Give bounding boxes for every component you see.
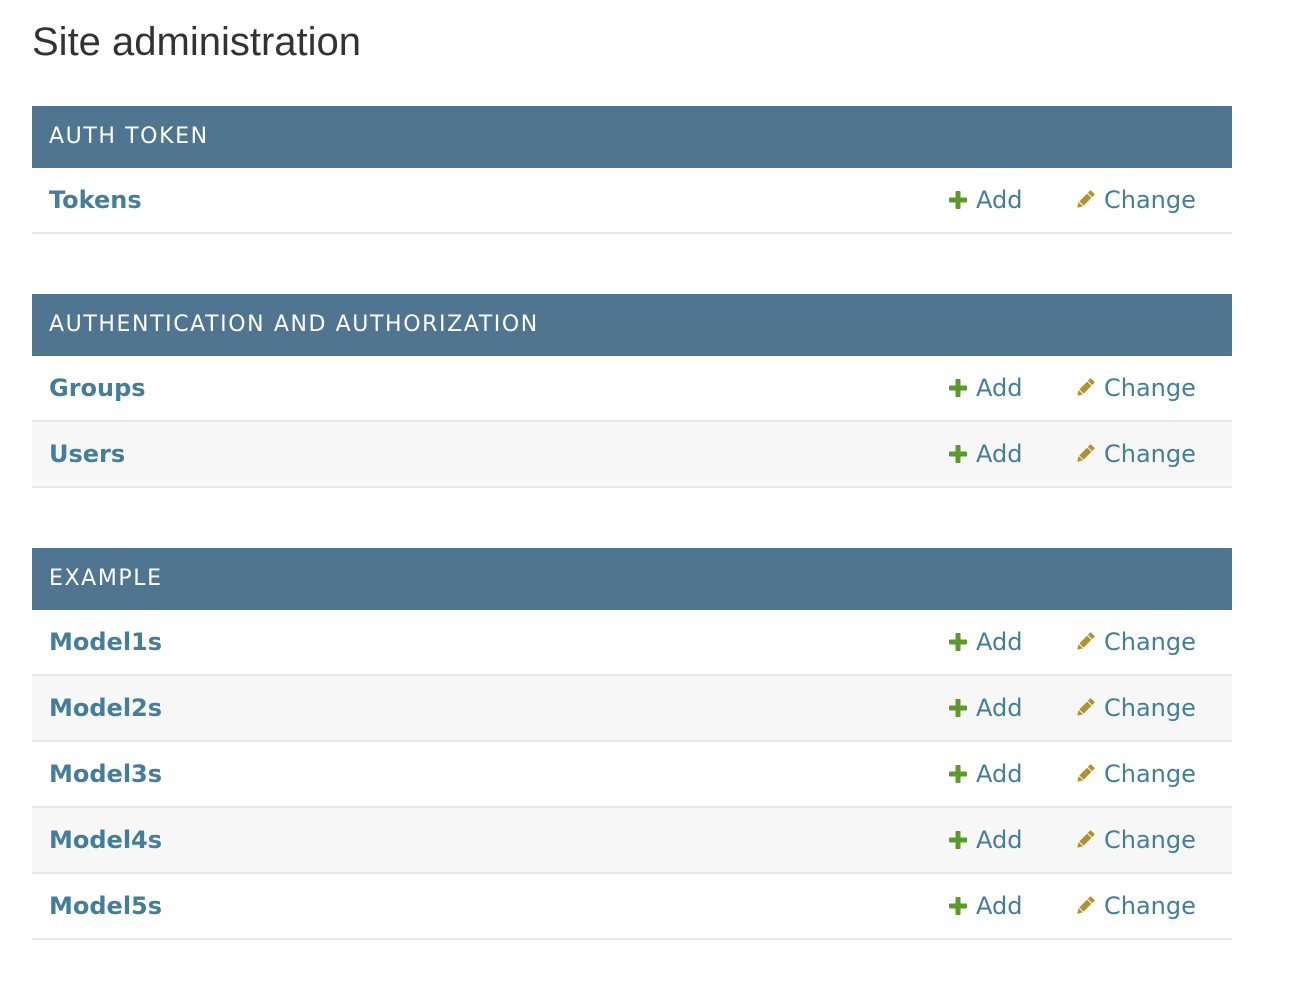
add-label: Add: [976, 826, 1023, 854]
module-caption[interactable]: AUTHENTICATION AND AUTHORIZATION: [32, 294, 1232, 356]
change-link[interactable]: Change: [1074, 628, 1232, 656]
plus-icon: [948, 830, 968, 850]
plus-icon: [948, 190, 968, 210]
add-link[interactable]: Add: [948, 628, 1074, 656]
model-link[interactable]: Users: [32, 440, 948, 468]
plus-icon: [948, 444, 968, 464]
pencil-icon: [1074, 763, 1096, 785]
change-link[interactable]: Change: [1074, 186, 1232, 214]
add-link[interactable]: Add: [948, 892, 1074, 920]
app-module: AUTHENTICATION AND AUTHORIZATION Groups …: [32, 294, 1232, 488]
add-link[interactable]: Add: [948, 694, 1074, 722]
add-label: Add: [976, 628, 1023, 656]
change-label: Change: [1104, 694, 1196, 722]
app-module: EXAMPLE Model1s Add Change Model2s Add C…: [32, 548, 1232, 940]
add-link[interactable]: Add: [948, 440, 1074, 468]
add-link[interactable]: Add: [948, 186, 1074, 214]
model-link[interactable]: Model3s: [32, 760, 948, 788]
add-link[interactable]: Add: [948, 374, 1074, 402]
change-link[interactable]: Change: [1074, 440, 1232, 468]
model-row: Model3s Add Change: [32, 742, 1232, 808]
change-link[interactable]: Change: [1074, 374, 1232, 402]
model-link[interactable]: Tokens: [32, 186, 948, 214]
pencil-icon: [1074, 631, 1096, 653]
model-link[interactable]: Model5s: [32, 892, 948, 920]
add-label: Add: [976, 186, 1023, 214]
model-link[interactable]: Model1s: [32, 628, 948, 656]
module-model-list: Model1s Add Change Model2s Add Change Mo…: [32, 610, 1232, 940]
model-row: Model2s Add Change: [32, 676, 1232, 742]
model-row: Groups Add Change: [32, 356, 1232, 422]
model-link[interactable]: Groups: [32, 374, 948, 402]
plus-icon: [948, 698, 968, 718]
model-row: Model1s Add Change: [32, 610, 1232, 676]
pencil-icon: [1074, 697, 1096, 719]
model-link[interactable]: Model4s: [32, 826, 948, 854]
add-label: Add: [976, 892, 1023, 920]
plus-icon: [948, 896, 968, 916]
model-row: Model5s Add Change: [32, 874, 1232, 940]
module-model-list: Groups Add Change Users Add Change: [32, 356, 1232, 488]
app-module: AUTH TOKEN Tokens Add Change: [32, 106, 1232, 234]
module-model-list: Tokens Add Change: [32, 168, 1232, 234]
change-link[interactable]: Change: [1074, 826, 1232, 854]
model-row: Users Add Change: [32, 422, 1232, 488]
plus-icon: [948, 632, 968, 652]
change-link[interactable]: Change: [1074, 694, 1232, 722]
model-row: Tokens Add Change: [32, 168, 1232, 234]
change-label: Change: [1104, 826, 1196, 854]
change-label: Change: [1104, 440, 1196, 468]
page-title: Site administration: [32, 20, 362, 64]
change-link[interactable]: Change: [1074, 760, 1232, 788]
change-label: Change: [1104, 892, 1196, 920]
change-label: Change: [1104, 760, 1196, 788]
pencil-icon: [1074, 829, 1096, 851]
change-link[interactable]: Change: [1074, 892, 1232, 920]
pencil-icon: [1074, 895, 1096, 917]
add-link[interactable]: Add: [948, 760, 1074, 788]
add-label: Add: [976, 374, 1023, 402]
admin-page: Site administration AUTH TOKEN Tokens Ad…: [0, 0, 1312, 940]
plus-icon: [948, 378, 968, 398]
change-label: Change: [1104, 186, 1196, 214]
module-caption[interactable]: EXAMPLE: [32, 548, 1232, 610]
app-list: AUTH TOKEN Tokens Add Change AUTHENTICAT…: [32, 106, 1280, 940]
change-label: Change: [1104, 374, 1196, 402]
pencil-icon: [1074, 443, 1096, 465]
module-caption[interactable]: AUTH TOKEN: [32, 106, 1232, 168]
pencil-icon: [1074, 377, 1096, 399]
add-label: Add: [976, 694, 1023, 722]
model-row: Model4s Add Change: [32, 808, 1232, 874]
add-label: Add: [976, 440, 1023, 468]
plus-icon: [948, 764, 968, 784]
pencil-icon: [1074, 189, 1096, 211]
add-link[interactable]: Add: [948, 826, 1074, 854]
change-label: Change: [1104, 628, 1196, 656]
model-link[interactable]: Model2s: [32, 694, 948, 722]
add-label: Add: [976, 760, 1023, 788]
